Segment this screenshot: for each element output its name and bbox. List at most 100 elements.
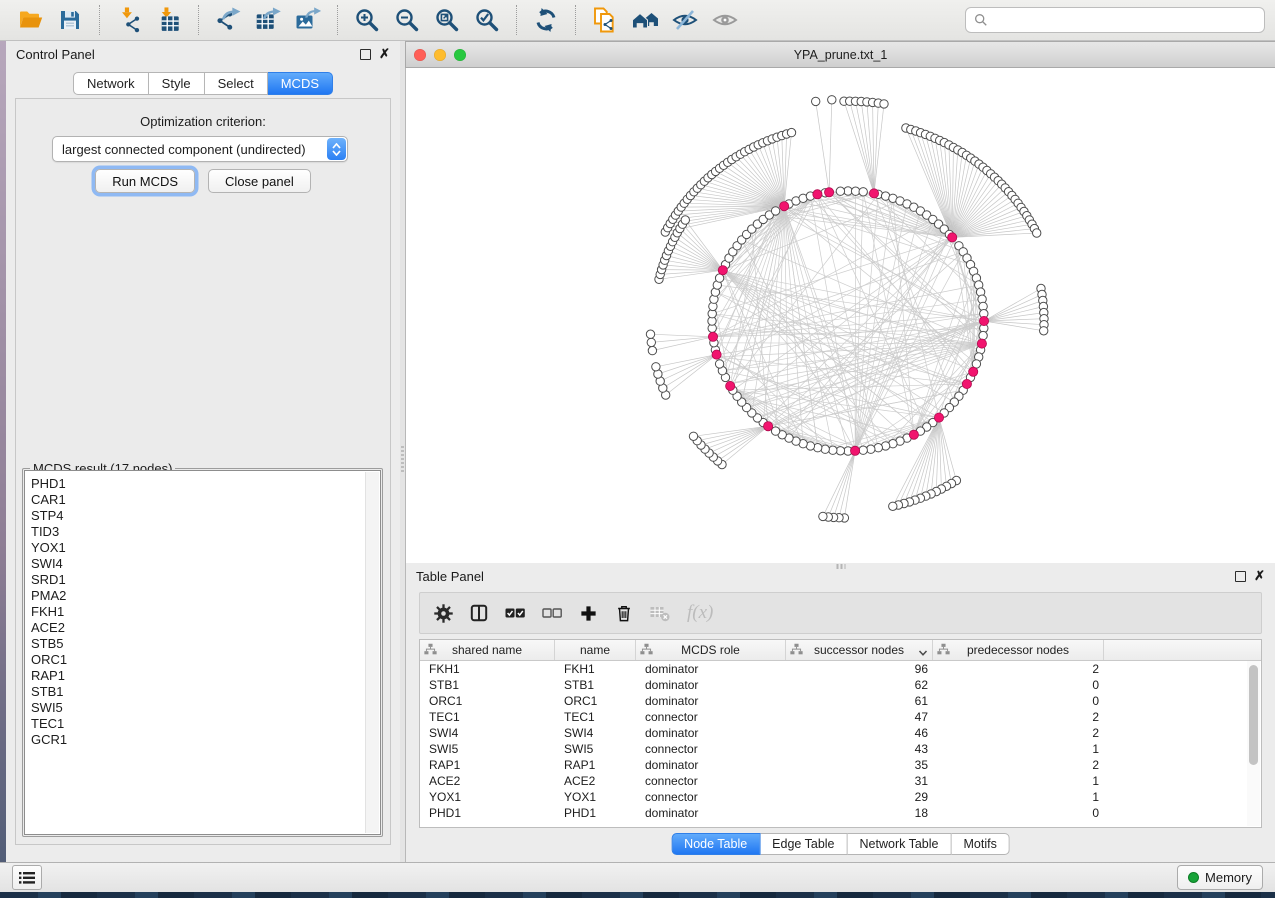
list-item[interactable]: TEC1: [31, 716, 365, 732]
table-cell[interactable]: 31: [786, 773, 933, 789]
table-cell[interactable]: YOX1: [555, 789, 636, 805]
show-all-button[interactable]: [708, 4, 742, 36]
tab-network-table[interactable]: Network Table: [848, 833, 952, 855]
table-cell[interactable]: dominator: [636, 693, 786, 709]
dominator-node[interactable]: [813, 190, 822, 199]
table-cell[interactable]: dominator: [636, 661, 786, 677]
import-network-button[interactable]: [112, 4, 146, 36]
task-history-button[interactable]: [12, 865, 42, 890]
table-row[interactable]: PHD1PHD1dominator180: [420, 805, 1261, 821]
network-node[interactable]: [1040, 327, 1048, 335]
list-item[interactable]: GCR1: [31, 732, 365, 748]
add-column-button[interactable]: [579, 604, 598, 623]
dominator-node[interactable]: [718, 266, 727, 275]
close-panel-button[interactable]: Close panel: [208, 169, 311, 193]
list-item[interactable]: STB5: [31, 636, 365, 652]
table-row[interactable]: SWI4SWI4dominator462: [420, 725, 1261, 741]
dominator-node[interactable]: [934, 413, 943, 422]
list-item[interactable]: SWI5: [31, 700, 365, 716]
table-cell[interactable]: 2: [933, 725, 1104, 741]
export-image-button[interactable]: [291, 4, 325, 36]
tab-select[interactable]: Select: [205, 72, 268, 95]
network-canvas[interactable]: [405, 68, 1275, 563]
table-cell[interactable]: TEC1: [420, 709, 555, 725]
table-cell[interactable]: FKH1: [420, 661, 555, 677]
table-scrollbar-thumb[interactable]: [1249, 665, 1258, 765]
table-row[interactable]: STB1STB1dominator620: [420, 677, 1261, 693]
dominator-node[interactable]: [764, 422, 773, 431]
float-panel-icon[interactable]: [360, 49, 371, 60]
table-scrollbar[interactable]: [1247, 661, 1260, 826]
float-table-panel-icon[interactable]: [1235, 571, 1246, 582]
dominator-node[interactable]: [977, 339, 986, 348]
list-item[interactable]: FKH1: [31, 604, 365, 620]
table-cell[interactable]: 61: [786, 693, 933, 709]
mcds-list-scrollbar[interactable]: [365, 472, 379, 833]
network-node[interactable]: [787, 128, 795, 136]
import-table-button[interactable]: [152, 4, 186, 36]
table-cell[interactable]: SWI4: [555, 725, 636, 741]
list-item[interactable]: PHD1: [31, 476, 365, 492]
dominator-node[interactable]: [962, 379, 971, 388]
network-node[interactable]: [859, 446, 867, 454]
zoom-selected-button[interactable]: [470, 4, 504, 36]
table-cell[interactable]: RAP1: [555, 757, 636, 773]
optimization-criterion-select[interactable]: largest connected component (undirected): [52, 136, 348, 162]
network-node[interactable]: [859, 188, 867, 196]
search-field[interactable]: [965, 7, 1265, 33]
list-item[interactable]: TID3: [31, 524, 365, 540]
tab-edge-table[interactable]: Edge Table: [760, 833, 847, 855]
network-node[interactable]: [867, 445, 875, 453]
unselect-all-columns-button[interactable]: [542, 607, 562, 619]
list-item[interactable]: STP4: [31, 508, 365, 524]
close-panel-icon[interactable]: ✗: [379, 49, 390, 59]
table-cell[interactable]: PHD1: [555, 805, 636, 821]
network-node[interactable]: [812, 97, 820, 105]
close-table-panel-icon[interactable]: ✗: [1254, 571, 1265, 581]
save-session-button[interactable]: [53, 4, 87, 36]
export-network-button[interactable]: [211, 4, 245, 36]
table-cell[interactable]: RAP1: [420, 757, 555, 773]
network-node[interactable]: [889, 502, 897, 510]
table-cell[interactable]: dominator: [636, 677, 786, 693]
dominator-node[interactable]: [979, 316, 988, 325]
table-cell[interactable]: connector: [636, 709, 786, 725]
open-file-button[interactable]: [13, 4, 47, 36]
select-all-columns-button[interactable]: [505, 607, 525, 619]
network-node[interactable]: [648, 346, 656, 354]
network-node[interactable]: [979, 331, 987, 339]
list-item[interactable]: ACE2: [31, 620, 365, 636]
tab-mcds[interactable]: MCDS: [268, 72, 333, 95]
list-item[interactable]: RAP1: [31, 668, 365, 684]
export-table-button[interactable]: [251, 4, 285, 36]
table-cell[interactable]: 1: [933, 741, 1104, 757]
table-row[interactable]: ACE2ACE2connector311: [420, 773, 1261, 789]
table-cell[interactable]: dominator: [636, 805, 786, 821]
memory-button[interactable]: Memory: [1177, 865, 1263, 890]
network-node[interactable]: [652, 363, 660, 371]
table-cell[interactable]: 18: [786, 805, 933, 821]
dominator-node[interactable]: [712, 350, 721, 359]
table-row[interactable]: YOX1YOX1connector291: [420, 789, 1261, 805]
table-row[interactable]: FKH1FKH1dominator962: [420, 661, 1261, 677]
network-node[interactable]: [715, 360, 723, 368]
table-cell[interactable]: 1: [933, 773, 1104, 789]
column-header-successor-nodes[interactable]: successor nodes: [786, 640, 933, 660]
table-cell[interactable]: STB1: [555, 677, 636, 693]
network-node[interactable]: [819, 512, 827, 520]
list-item[interactable]: SRD1: [31, 572, 365, 588]
column-header-shared-name[interactable]: shared name: [420, 640, 555, 660]
table-cell[interactable]: 2: [933, 757, 1104, 773]
settings-button[interactable]: [434, 604, 453, 623]
maximize-window-icon[interactable]: [454, 49, 466, 61]
table-cell[interactable]: 47: [786, 709, 933, 725]
dominator-node[interactable]: [948, 233, 957, 242]
table-cell[interactable]: SWI4: [420, 725, 555, 741]
table-cell[interactable]: dominator: [636, 757, 786, 773]
zoom-out-button[interactable]: [390, 4, 424, 36]
network-node[interactable]: [829, 446, 837, 454]
table-cell[interactable]: TEC1: [555, 709, 636, 725]
zoom-in-button[interactable]: [350, 4, 384, 36]
table-cell[interactable]: ACE2: [420, 773, 555, 789]
dominator-node[interactable]: [708, 332, 717, 341]
